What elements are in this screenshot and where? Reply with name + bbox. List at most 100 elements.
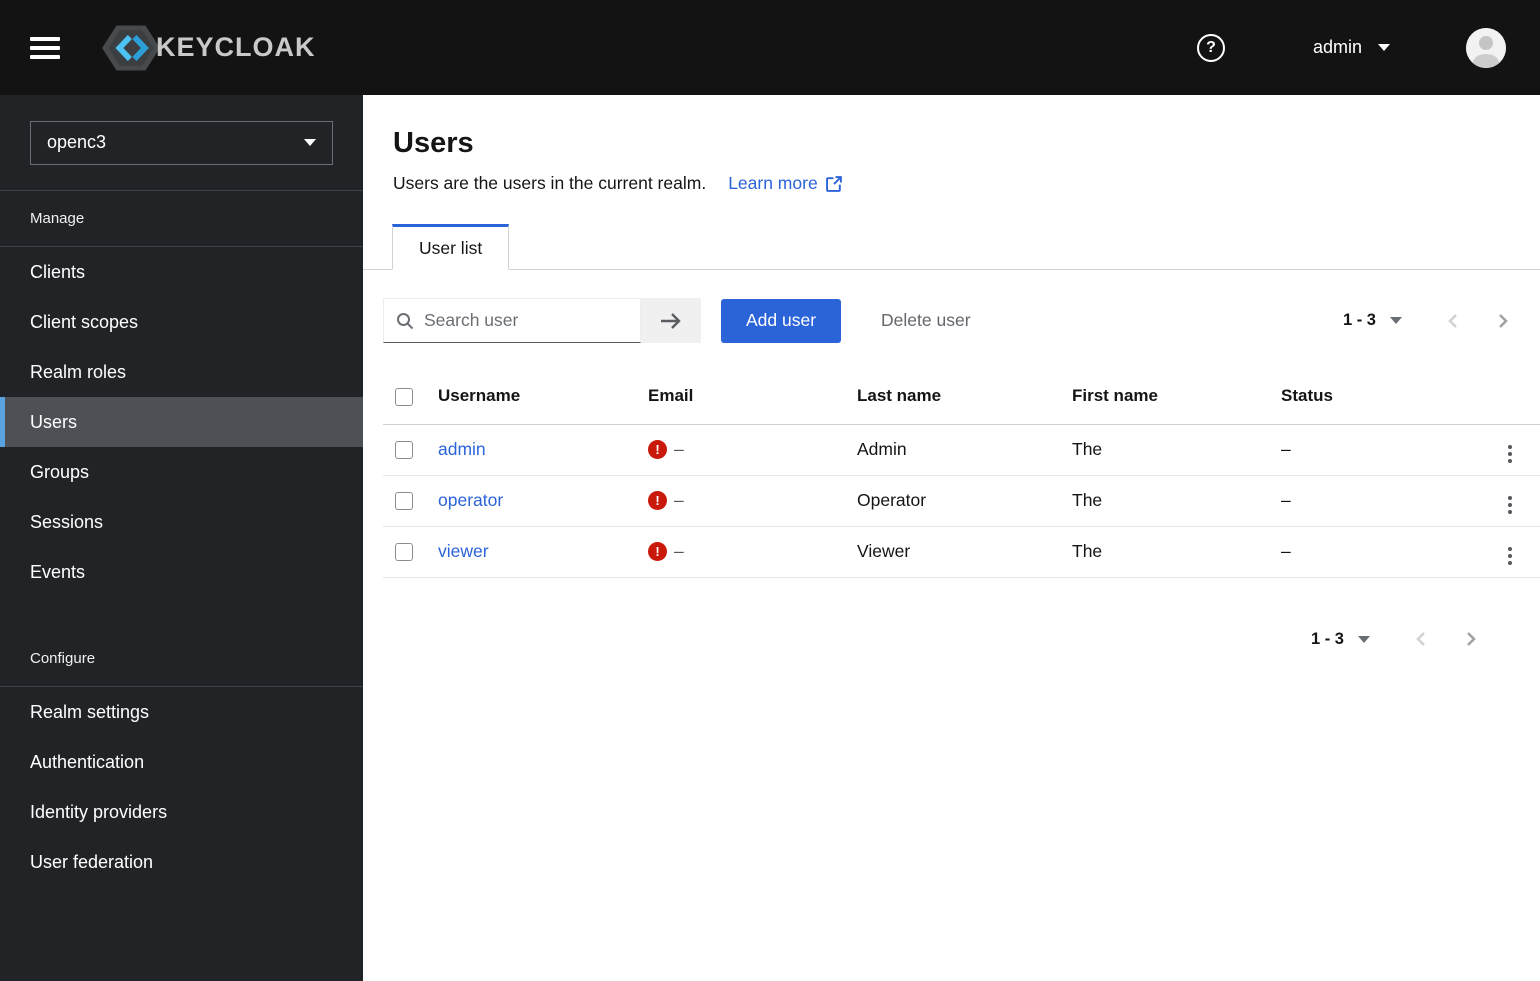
column-username: Username bbox=[438, 369, 648, 425]
email-value: – bbox=[674, 439, 684, 459]
nav-section-manage: Manage bbox=[0, 191, 363, 247]
realm-name: openc3 bbox=[47, 132, 107, 152]
search-submit-button[interactable] bbox=[641, 298, 701, 343]
sidebar-item-realm-roles[interactable]: Realm roles bbox=[0, 347, 363, 397]
hamburger-menu-icon[interactable] bbox=[30, 36, 60, 59]
status-value: – bbox=[1281, 424, 1471, 476]
chevron-down-icon bbox=[304, 139, 316, 146]
pagination-range: 1 - 3 bbox=[1342, 311, 1376, 329]
realm-selector-section: openc3 bbox=[0, 95, 363, 191]
main-content: Users Users are the users in the current… bbox=[363, 95, 1540, 981]
first-name-value: The bbox=[1072, 424, 1281, 476]
avatar-person-icon bbox=[1466, 27, 1506, 68]
masthead-right: ? admin bbox=[1196, 27, 1506, 68]
page-title: Users bbox=[393, 127, 474, 159]
nav-section-configure: Configure bbox=[0, 631, 363, 687]
chevron-left-icon bbox=[1416, 632, 1425, 646]
tab-user-list-label: User list bbox=[419, 237, 483, 258]
status-value: – bbox=[1281, 475, 1471, 527]
first-name-value: The bbox=[1072, 526, 1281, 578]
search-input[interactable] bbox=[424, 310, 628, 331]
email-error-icon: ! bbox=[648, 491, 667, 510]
pagination-prev-button[interactable] bbox=[1414, 630, 1429, 648]
table-header-row: Username Email Last name First name Stat… bbox=[383, 369, 1540, 425]
user-link[interactable]: operator bbox=[438, 490, 503, 510]
delete-user-button[interactable]: Delete user bbox=[881, 310, 971, 331]
user-dropdown[interactable]: admin bbox=[1313, 37, 1390, 58]
chevron-left-icon bbox=[1448, 313, 1457, 328]
pagination-next-button[interactable] bbox=[1495, 312, 1510, 330]
help-glyph: ? bbox=[1206, 38, 1216, 56]
column-last-name: Last name bbox=[857, 369, 1072, 425]
users-table: Username Email Last name First name Stat… bbox=[383, 369, 1540, 578]
chevron-down-icon bbox=[1378, 44, 1390, 51]
sidebar-item-clients[interactable]: Clients bbox=[0, 247, 363, 297]
table-row: admin ! – Admin The – bbox=[383, 424, 1540, 476]
row-checkbox[interactable] bbox=[395, 492, 413, 511]
pagination-options-caret-icon[interactable] bbox=[1390, 317, 1402, 324]
add-user-button[interactable]: Add user bbox=[721, 298, 842, 343]
email-value: – bbox=[674, 490, 684, 510]
pagination-bottom-wrapper: 1 - 3 bbox=[363, 578, 1540, 649]
page-header: Users Users are the users in the current… bbox=[363, 95, 1540, 194]
page-subtitle: Users are the users in the current realm… bbox=[393, 173, 707, 193]
sidebar: openc3 Manage Clients Client scopes Real… bbox=[0, 95, 363, 981]
sidebar-item-user-federation[interactable]: User federation bbox=[0, 837, 363, 887]
last-name-value: Viewer bbox=[857, 526, 1072, 578]
keycloak-logo[interactable]: KEYCLOAK bbox=[100, 22, 316, 74]
sidebar-item-realm-settings[interactable]: Realm settings bbox=[0, 687, 363, 737]
column-status: Status bbox=[1281, 369, 1471, 425]
keycloak-admin-console: KEYCLOAK ? admin openc3 Manage Clients C… bbox=[0, 0, 1540, 981]
pagination-bottom: 1 - 3 bbox=[1311, 630, 1478, 649]
row-kebab-menu[interactable] bbox=[1504, 441, 1516, 467]
row-checkbox[interactable] bbox=[395, 543, 413, 562]
masthead: KEYCLOAK ? admin bbox=[0, 0, 1540, 95]
select-all-checkbox[interactable] bbox=[395, 387, 413, 406]
learn-more-link[interactable]: Learn more bbox=[728, 173, 843, 194]
tab-user-list[interactable]: User list bbox=[392, 224, 510, 270]
pagination-range: 1 - 3 bbox=[1310, 629, 1344, 648]
table-row: viewer ! – Viewer The – bbox=[383, 526, 1540, 578]
user-link[interactable]: viewer bbox=[438, 541, 489, 561]
sidebar-item-client-scopes[interactable]: Client scopes bbox=[0, 297, 363, 347]
pagination-prev-button[interactable] bbox=[1446, 312, 1461, 330]
help-icon[interactable]: ? bbox=[1196, 33, 1225, 62]
row-kebab-menu[interactable] bbox=[1504, 492, 1516, 518]
learn-more-label: Learn more bbox=[728, 173, 818, 193]
sidebar-item-authentication[interactable]: Authentication bbox=[0, 737, 363, 787]
sidebar-item-sessions[interactable]: Sessions bbox=[0, 497, 363, 547]
search-icon bbox=[397, 312, 414, 329]
search-group bbox=[383, 298, 701, 343]
email-error-icon: ! bbox=[648, 440, 667, 459]
pagination-next-button[interactable] bbox=[1463, 630, 1478, 648]
row-kebab-menu[interactable] bbox=[1504, 543, 1516, 569]
first-name-value: The bbox=[1072, 475, 1281, 527]
realm-selector[interactable]: openc3 bbox=[30, 120, 333, 165]
status-value: – bbox=[1281, 526, 1471, 578]
sidebar-item-events[interactable]: Events bbox=[0, 547, 363, 597]
keycloak-hexagon-icon bbox=[102, 24, 160, 71]
toolbar: Add user Delete user 1 - 3 bbox=[363, 270, 1540, 369]
chevron-right-icon bbox=[1499, 313, 1508, 328]
last-name-value: Operator bbox=[857, 475, 1072, 527]
sidebar-item-identity-providers[interactable]: Identity providers bbox=[0, 787, 363, 837]
sidebar-item-groups[interactable]: Groups bbox=[0, 447, 363, 497]
tab-bar: User list bbox=[363, 224, 1540, 270]
email-value: – bbox=[674, 541, 684, 561]
user-link[interactable]: admin bbox=[438, 439, 486, 459]
pagination-top: 1 - 3 bbox=[1343, 311, 1510, 330]
brand-text: KEYCLOAK bbox=[156, 32, 316, 62]
column-first-name: First name bbox=[1072, 369, 1281, 425]
chevron-right-icon bbox=[1467, 632, 1476, 646]
avatar bbox=[1466, 27, 1506, 68]
search-box bbox=[383, 298, 641, 343]
sidebar-item-users[interactable]: Users bbox=[0, 397, 363, 447]
pagination-options-caret-icon[interactable] bbox=[1358, 635, 1370, 643]
arrow-right-icon bbox=[661, 312, 681, 329]
last-name-value: Admin bbox=[857, 424, 1072, 476]
external-link-icon bbox=[825, 176, 842, 192]
username-label: admin bbox=[1312, 37, 1362, 57]
table-row: operator ! – Operator The – bbox=[383, 475, 1540, 527]
column-email: Email bbox=[648, 369, 857, 425]
row-checkbox[interactable] bbox=[395, 441, 413, 460]
